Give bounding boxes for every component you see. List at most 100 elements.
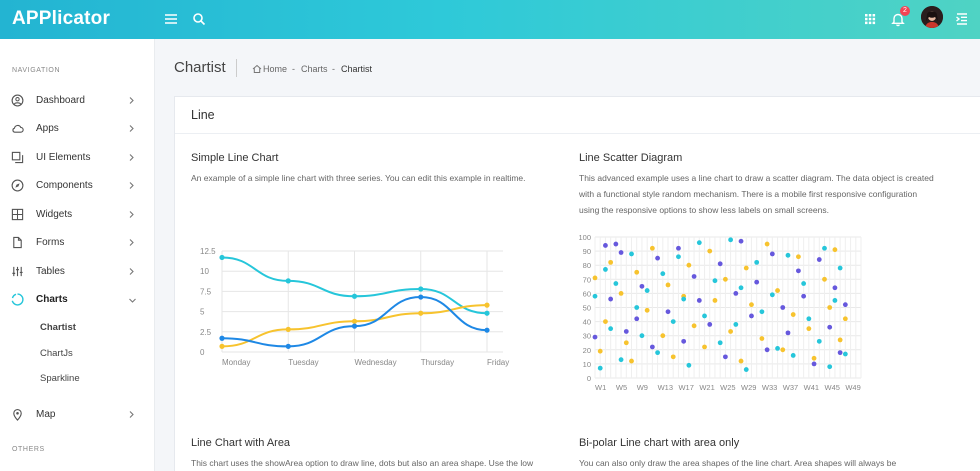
sidebar-item-dashboard[interactable]: Dashboard bbox=[0, 87, 154, 115]
data-point bbox=[629, 358, 634, 364]
data-point bbox=[769, 251, 775, 257]
data-point bbox=[219, 335, 225, 341]
chevron-down-icon bbox=[129, 298, 136, 303]
avatar[interactable] bbox=[921, 6, 943, 28]
top-bar: APPlicator 2 bbox=[0, 0, 980, 39]
data-point bbox=[759, 336, 765, 341]
data-point bbox=[484, 327, 490, 333]
data-point bbox=[597, 348, 603, 354]
data-point bbox=[790, 312, 796, 317]
x-tick-label: W33 bbox=[762, 383, 777, 392]
chevron-right-icon bbox=[129, 411, 134, 418]
y-tick-label: 7.5 bbox=[200, 287, 212, 296]
description-line: using the responsive options to show les… bbox=[579, 205, 829, 215]
search-icon[interactable] bbox=[191, 11, 207, 27]
data-point bbox=[608, 259, 614, 265]
sidebar-item-charts[interactable]: Charts bbox=[0, 286, 154, 314]
data-point bbox=[351, 318, 358, 324]
data-point bbox=[806, 326, 812, 332]
data-point bbox=[842, 302, 848, 308]
data-point bbox=[801, 293, 807, 299]
data-point bbox=[623, 340, 629, 346]
apps-grid-icon[interactable] bbox=[862, 11, 878, 27]
line-scatter-chart: 0 10 20 30 40 50 60 70 80 90 100 W1 W5 W9 W13 W17 W21 W25… bbox=[578, 233, 862, 392]
sidebar-item-label: UI Elements bbox=[36, 152, 91, 163]
right-panel-toggle-icon[interactable] bbox=[954, 11, 970, 27]
y-tick-label: 50 bbox=[583, 304, 591, 313]
data-point bbox=[707, 322, 713, 327]
data-point bbox=[418, 286, 424, 292]
menu-icon[interactable] bbox=[163, 11, 179, 27]
data-point bbox=[603, 243, 608, 248]
y-tick-label: 0 bbox=[200, 348, 205, 357]
others-heading: OTHERS bbox=[12, 446, 45, 453]
data-point bbox=[712, 298, 718, 303]
data-point bbox=[733, 322, 739, 327]
data-point bbox=[608, 326, 614, 332]
sidebar-subitem-chartjs[interactable]: ChartJs bbox=[40, 348, 73, 359]
data-point bbox=[822, 276, 827, 282]
breadcrumb-separator: - bbox=[292, 64, 295, 74]
data-point bbox=[796, 268, 801, 274]
sidebar-item-tables[interactable]: Tables bbox=[0, 258, 154, 286]
chevron-right-icon bbox=[129, 182, 134, 189]
data-point bbox=[592, 334, 598, 340]
sidebar-item-widgets[interactable]: Widgets bbox=[0, 201, 154, 229]
data-point bbox=[613, 241, 619, 247]
sliders-icon bbox=[12, 266, 23, 277]
section-title: Line Chart with Area bbox=[191, 437, 291, 449]
data-point bbox=[691, 274, 697, 279]
data-point bbox=[816, 257, 822, 262]
main-content: Chartist Home - Charts - Chartist Line S… bbox=[155, 39, 980, 471]
sidebar-item-apps[interactable]: Apps bbox=[0, 115, 154, 143]
card-header: Line bbox=[175, 97, 980, 134]
sidebar-item-forms[interactable]: Forms bbox=[0, 229, 154, 257]
data-point bbox=[597, 365, 603, 371]
sidebar-item-label: Widgets bbox=[36, 209, 73, 220]
data-point bbox=[676, 254, 681, 260]
data-point bbox=[696, 240, 702, 246]
x-tick-label: W21 bbox=[699, 383, 714, 392]
brand-logo[interactable]: APPlicator bbox=[12, 8, 110, 30]
section-description: You can also only draw the area shapes o… bbox=[579, 455, 896, 471]
data-point bbox=[639, 333, 645, 339]
data-point bbox=[806, 316, 812, 322]
data-point bbox=[681, 338, 687, 344]
data-point bbox=[681, 296, 687, 302]
y-tick-label: 40 bbox=[583, 318, 591, 327]
x-tick-label: Tuesday bbox=[288, 358, 318, 367]
breadcrumb-home[interactable]: Home bbox=[263, 64, 287, 74]
data-point bbox=[660, 333, 666, 339]
sidebar-item-label: Apps bbox=[36, 123, 59, 134]
sidebar-item-components[interactable]: Components bbox=[0, 172, 154, 200]
data-point bbox=[670, 354, 676, 360]
x-tick-label: W9 bbox=[637, 383, 648, 392]
data-point bbox=[285, 278, 291, 284]
home-icon bbox=[252, 64, 262, 73]
y-tick-label: 80 bbox=[583, 261, 591, 270]
simple-line-chart: 0 2.5 5 7.5 10 12.5 Monday Tuesday Wednesday Thur… bbox=[200, 247, 509, 367]
data-point bbox=[717, 340, 723, 346]
sidebar-item-map[interactable]: Map bbox=[0, 401, 154, 429]
data-point bbox=[686, 362, 692, 368]
data-point bbox=[728, 329, 734, 334]
data-point bbox=[644, 307, 650, 313]
data-point bbox=[738, 238, 744, 244]
sidebar-subitem-sparkline[interactable]: Sparkline bbox=[40, 373, 80, 384]
x-tick-label: W1 bbox=[595, 383, 606, 392]
data-point bbox=[785, 252, 791, 258]
sidebar-subitem-chartist[interactable]: Chartist bbox=[40, 322, 76, 333]
y-tick-label: 100 bbox=[578, 233, 591, 242]
title-divider bbox=[236, 59, 237, 77]
data-point bbox=[351, 293, 358, 299]
data-point bbox=[832, 298, 838, 303]
x-tick-label: W45 bbox=[824, 383, 839, 392]
data-point bbox=[842, 351, 848, 357]
sidebar-item-ui-elements[interactable]: UI Elements bbox=[0, 144, 154, 172]
description-line: with a functional style random mechanism… bbox=[579, 189, 918, 199]
breadcrumb-charts[interactable]: Charts bbox=[301, 64, 328, 74]
data-point bbox=[811, 355, 817, 361]
y-tick-label: 0 bbox=[587, 374, 591, 383]
section-title: Bi-polar Line chart with area only bbox=[579, 437, 740, 449]
x-tick-label: W37 bbox=[783, 383, 798, 392]
